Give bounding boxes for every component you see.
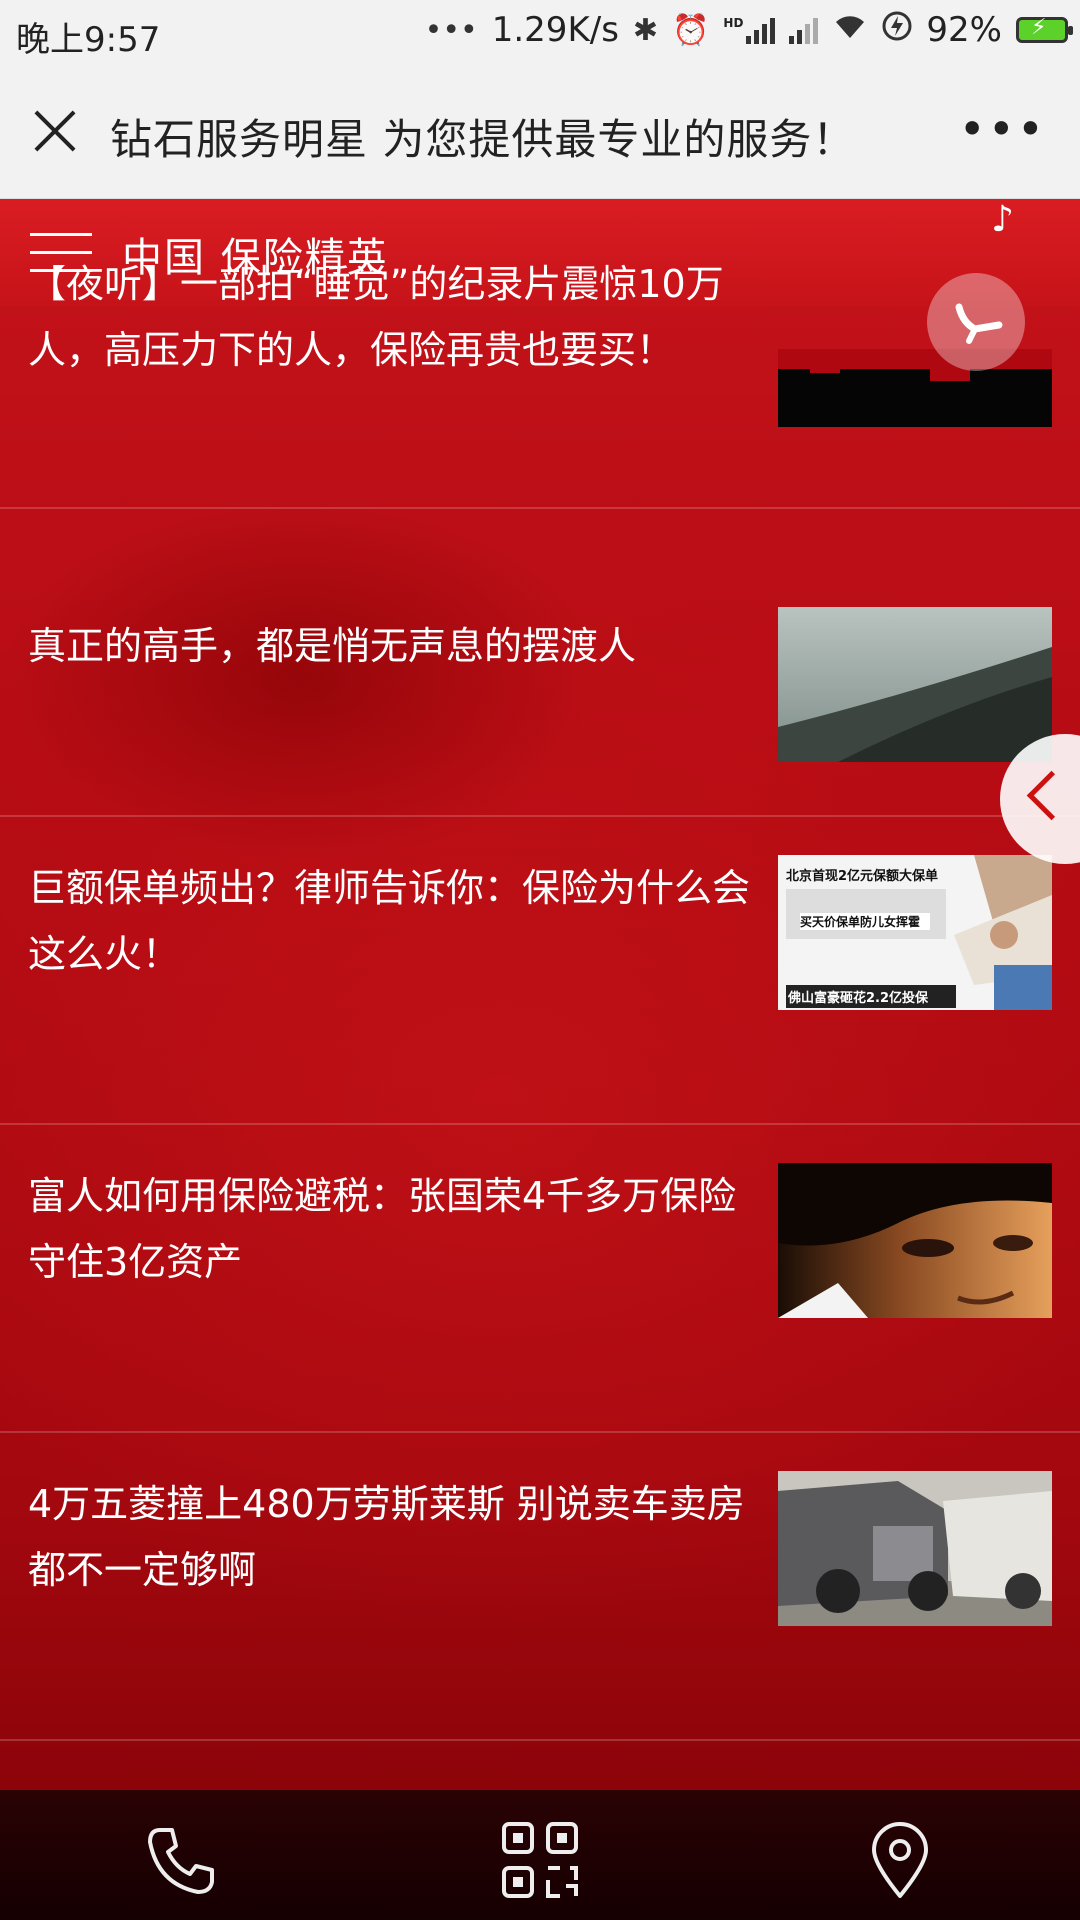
webview-title-bar: 钻石服务明星 为您提供最专业的服务！ ••• <box>0 68 1080 199</box>
article-title: 富人如何用保险避税：张国荣4千多万保险守住3亿资产 <box>28 1174 737 1284</box>
status-bar: 晚上9:57 ••• 1.29K/s ✱ ⏰ HD 92% ⚡ <box>0 0 1080 68</box>
qrcode-icon[interactable] <box>500 1820 580 1900</box>
network-speed: 1.29K/s <box>491 10 619 50</box>
battery-percent: 92% <box>926 10 1002 50</box>
page-title: 钻石服务明星 为您提供最专业的服务！ <box>110 115 856 164</box>
hd-signal-icon: HD <box>723 16 776 44</box>
article-title: 真正的高手，都是悄无声息的摆渡人 <box>28 624 637 668</box>
bluetooth-icon: ✱ <box>632 12 659 48</box>
status-icons: ••• 1.29K/s ✱ ⏰ HD 92% ⚡ <box>424 10 1073 50</box>
hd-label: HD <box>723 16 744 30</box>
article-title: 巨额保单频出？律师告诉你：保险为什么会这么火！ <box>28 866 751 976</box>
article-item[interactable]: 巨额保单频出？律师告诉你：保险为什么会这么火！ 北京首现2亿元保额大保单 买天价… <box>0 815 1080 1125</box>
article-thumbnail <box>778 349 1052 427</box>
article-item[interactable]: 富人如何用保险避税：张国荣4千多万保险守住3亿资产 <box>0 1123 1080 1433</box>
battery-icon: ⚡ <box>1016 15 1073 43</box>
signal-icon <box>789 16 819 44</box>
article-thumbnail <box>778 1163 1052 1318</box>
bottom-action-bar <box>0 1790 1080 1920</box>
article-item[interactable]: 【夜听】一部拍“睡觉”的纪录片震惊10万人，高压力下的人，保险再贵也要买！ <box>0 199 1080 509</box>
dots-icon: ••• <box>424 12 478 48</box>
article-title: 【夜听】一部拍“睡觉”的纪录片震惊10万人，高压力下的人，保险再贵也要买！ <box>28 262 724 372</box>
more-options-icon[interactable]: ••• <box>959 102 1046 156</box>
thumb-headline: 买天价保单防儿女挥霍 <box>800 913 930 930</box>
article-title: 4万五菱撞上480万劳斯莱斯 别说卖车卖房都不一定够啊 <box>28 1482 745 1592</box>
status-time: 晚上9:57 <box>16 20 161 60</box>
article-thumbnail <box>778 607 1052 762</box>
article-thumbnail: 北京首现2亿元保额大保单 买天价保单防儿女挥霍 佛山富豪砸花2.2亿投保 <box>778 855 1052 1010</box>
music-toggle-button[interactable] <box>927 273 1025 371</box>
article-list-page: 中国 保险精英 ♪ 【夜听】一部拍“睡觉”的纪录片震惊10万人，高压力下的人，保… <box>0 199 1080 1790</box>
thumb-headline: 北京首现2亿元保额大保单 <box>786 869 939 884</box>
phone-icon[interactable] <box>140 1820 220 1900</box>
alarm-icon: ⏰ <box>672 12 710 48</box>
wifi-icon <box>832 12 868 48</box>
close-icon[interactable] <box>30 106 80 156</box>
article-item[interactable]: 真正的高手，都是悄无声息的摆渡人 <box>0 507 1080 817</box>
charging-icon <box>882 11 912 49</box>
thumb-headline: 佛山富豪砸花2.2亿投保 <box>786 985 956 1008</box>
location-icon[interactable] <box>860 1820 940 1900</box>
article-item[interactable]: 4万五菱撞上480万劳斯莱斯 别说卖车卖房都不一定够啊 <box>0 1431 1080 1741</box>
article-thumbnail <box>778 1471 1052 1626</box>
